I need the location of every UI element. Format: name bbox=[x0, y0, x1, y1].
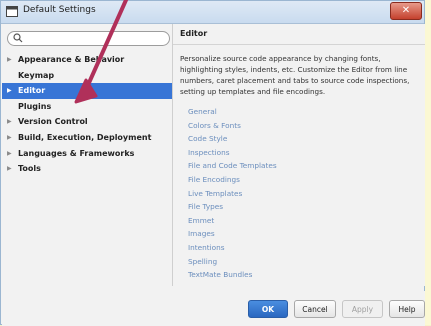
tree-item-label: Plugins bbox=[18, 101, 52, 111]
tree-item-appearance-behavior[interactable]: ▶ Appearance & Behavior bbox=[2, 52, 172, 68]
cancel-button[interactable]: Cancel bbox=[294, 300, 336, 318]
editor-subsection-links: General Colors & Fonts Code Style Inspectio… bbox=[188, 105, 408, 282]
search-input[interactable] bbox=[7, 31, 170, 46]
search-icon bbox=[13, 33, 23, 43]
title-bar: Default Settings ✕ bbox=[1, 1, 424, 24]
close-button[interactable]: ✕ bbox=[390, 2, 422, 20]
help-button[interactable]: Help bbox=[389, 300, 425, 318]
panel-header: Editor bbox=[173, 24, 425, 45]
link-inspections[interactable]: Inspections bbox=[188, 146, 408, 160]
editor-panel: Editor Personalize source code appearanc… bbox=[173, 24, 425, 286]
expand-arrow-icon[interactable]: ▶ bbox=[7, 52, 12, 68]
tree-item-label: Tools bbox=[18, 164, 41, 174]
settings-dialog: Default Settings ✕ ▶ Appearance & Behavio… bbox=[0, 0, 425, 326]
tree-item-plugins[interactable]: Plugins bbox=[2, 99, 172, 115]
window-icon bbox=[6, 6, 18, 17]
link-file-types[interactable]: File Types bbox=[188, 200, 408, 214]
tree-item-label: Version Control bbox=[18, 117, 88, 127]
link-file-and-code-templates[interactable]: File and Code Templates bbox=[188, 159, 408, 173]
apply-button[interactable]: Apply bbox=[342, 300, 383, 318]
settings-sidebar: ▶ Appearance & Behavior Keymap ▶ Editor Plugi… bbox=[2, 24, 172, 286]
link-images[interactable]: Images bbox=[188, 227, 408, 241]
expand-arrow-icon[interactable]: ▶ bbox=[7, 83, 12, 99]
tree-item-label: Languages & Frameworks bbox=[18, 148, 135, 158]
expand-arrow-icon[interactable]: ▶ bbox=[7, 161, 12, 177]
tree-item-keymap[interactable]: Keymap bbox=[2, 68, 172, 84]
tree-item-label: Editor bbox=[18, 86, 46, 96]
link-general[interactable]: General bbox=[188, 105, 408, 119]
dialog-footer: OK Cancel Apply Help bbox=[2, 291, 425, 326]
tree-item-tools[interactable]: ▶ Tools bbox=[2, 161, 172, 177]
tree-item-editor[interactable]: ▶ Editor bbox=[2, 83, 172, 99]
expand-arrow-icon[interactable]: ▶ bbox=[7, 130, 12, 146]
link-file-encodings[interactable]: File Encodings bbox=[188, 173, 408, 187]
panel-description: Personalize source code appearance by ch… bbox=[180, 54, 410, 96]
ok-button[interactable]: OK bbox=[248, 300, 288, 318]
tree-item-label: Appearance & Behavior bbox=[18, 55, 125, 64]
link-code-style[interactable]: Code Style bbox=[188, 132, 408, 146]
link-textmate-bundles[interactable]: TextMate Bundles bbox=[188, 268, 408, 282]
link-spelling[interactable]: Spelling bbox=[188, 255, 408, 269]
link-emmet[interactable]: Emmet bbox=[188, 214, 408, 228]
tree-item-build-execution-deployment[interactable]: ▶ Build, Execution, Deployment bbox=[2, 130, 172, 146]
panel-title: Editor bbox=[180, 29, 208, 38]
tree-item-label: Keymap bbox=[18, 70, 55, 80]
expand-arrow-icon[interactable]: ▶ bbox=[7, 114, 12, 130]
link-colors-fonts[interactable]: Colors & Fonts bbox=[188, 119, 408, 133]
settings-tree: ▶ Appearance & Behavior Keymap ▶ Editor Plugi… bbox=[2, 52, 172, 177]
tree-item-label: Build, Execution, Deployment bbox=[18, 132, 152, 142]
tree-item-version-control[interactable]: ▶ Version Control bbox=[2, 114, 172, 130]
expand-arrow-icon[interactable]: ▶ bbox=[7, 146, 12, 162]
link-live-templates[interactable]: Live Templates bbox=[188, 187, 408, 201]
link-intentions[interactable]: Intentions bbox=[188, 241, 408, 255]
window-title: Default Settings bbox=[23, 5, 96, 15]
tree-item-languages-frameworks[interactable]: ▶ Languages & Frameworks bbox=[2, 146, 172, 162]
